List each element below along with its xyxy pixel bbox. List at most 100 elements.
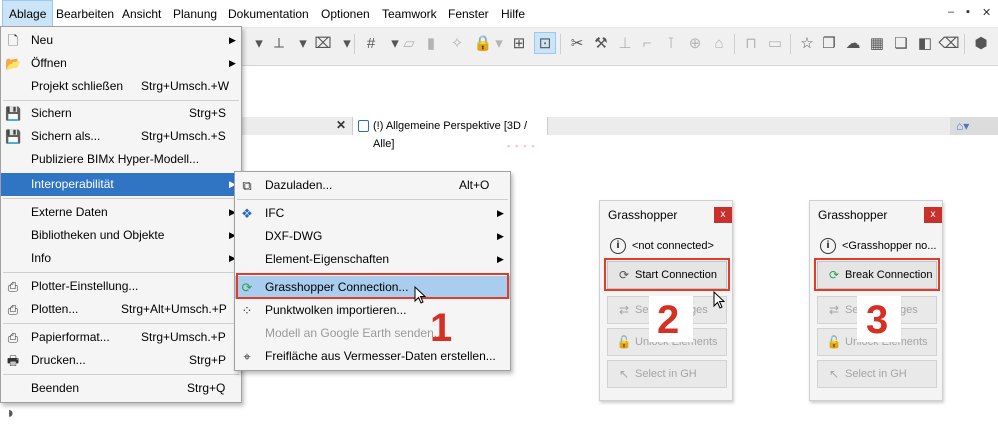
merge-icon: ⧉ [242,178,252,193]
menu-item-sichern[interactable]: 💾 Sichern Strg+S [1,102,241,125]
save-icon: 💾 [5,106,22,121]
menu-item-neu[interactable]: 🗋 Neu ▶ [1,29,241,52]
tab-3d-view[interactable]: (!) Allgemeine Perspektive [3D / Alle] [352,117,548,150]
new-file-icon: 🗋 [7,33,19,48]
menu-planung[interactable]: Planung [167,0,223,28]
menu-item-element-eigenschaften[interactable]: Element-Eigenschaften ▶ [235,248,510,271]
view-navigation-icon[interactable]: ⌂▾ [950,117,998,135]
unlock-icon: 🔓 [826,335,842,349]
menu-separator [237,199,508,200]
dimension-tool-icon[interactable]: ⟂ [268,32,290,54]
elevation-tool-icon[interactable]: ⌧ [312,32,334,54]
dimension-value-icon[interactable]: ⊞ [508,32,530,54]
info-icon: i [820,238,836,254]
menu-optionen[interactable]: Optionen [315,0,376,28]
fillet-icon[interactable]: ⌐ [636,32,658,54]
magic-wand-icon[interactable]: ✧ [446,32,468,54]
menu-separator [3,198,239,199]
menu-item-oeffnen[interactable]: 📂 Öffnen ▶ [1,52,241,75]
column-icon[interactable]: ⊓ [740,32,762,54]
panel-close-button[interactable]: x [714,207,732,223]
favorites-icon[interactable]: ☆ [796,32,818,54]
annotation-box-step-1 [236,273,509,299]
menu-separator [3,272,239,273]
menu-separator [3,374,239,375]
menu-separator [3,323,239,324]
save-as-icon: 💾 [5,129,22,144]
adjust-icon[interactable]: ⚒ [590,32,612,54]
view-marker: - - - - [507,141,536,152]
survey-icon: ⌖ [243,349,251,364]
tab-close-icon[interactable]: ✕ [336,118,346,132]
menu-item-interoperabilitaet[interactable]: Interoperabilität ▶ [1,173,241,196]
panel-title: Grasshopper [818,208,888,222]
cloud-icon[interactable]: ☁ [842,32,864,54]
menu-item-punktwolken[interactable]: ⁘ Punktwolken importieren... [235,299,510,322]
step-label-2: 2 [657,298,680,342]
select-in-gh-button[interactable]: ↖ Select in GH [607,360,727,388]
annotation-box-step-3 [814,258,940,291]
house-icon[interactable]: ⌂ [708,32,730,54]
ifc-icon: ❖ [241,206,253,221]
menu-bearbeiten[interactable]: Bearbeiten [50,0,120,28]
select-in-gh-button[interactable]: ↖ Select in GH [817,360,937,388]
menu-item-info[interactable]: Info ▶ [1,247,241,270]
grid-icon[interactable]: # [360,32,382,54]
chart-icon[interactable]: ▦ [866,32,888,54]
layers-icon[interactable]: ❐ [818,32,840,54]
submenu-arrow-icon: ▶ [229,35,236,45]
toolbar-separator [790,34,791,54]
menu-ansicht[interactable]: Ansicht [116,0,167,28]
submenu-arrow-icon: ▶ [497,254,504,264]
point-cloud-icon: ⁘ [241,303,253,318]
add-icon[interactable]: ⊕ [684,32,706,54]
menu-item-freiflaeche[interactable]: ⌖ Freifläche aus Vermesser-Daten erstell… [235,345,510,368]
menu-item-drucken[interactable]: 🖶 Drucken... Strg+P [1,349,241,372]
dropdown-arrow-icon[interactable]: ▾ [488,32,510,54]
menu-item-dxf-dwg[interactable]: DXF-DWG ▶ [235,225,510,248]
menu-item-dazuladen[interactable]: ⧉ Dazuladen... Alt+O [235,174,510,197]
submenu-arrow-icon: ▶ [497,208,504,218]
toolbox-icon[interactable]: ◗ [6,405,28,427]
menu-item-externe-daten[interactable]: Externe Daten ▶ [1,201,241,224]
panel-close-button[interactable]: x [924,207,942,223]
elevate-icon[interactable]: ⊥ [614,32,636,54]
3d-window-icon [358,120,369,132]
menu-item-ifc[interactable]: ❖ IFC ▶ [235,202,510,225]
mouse-cursor-icon [414,286,427,304]
menu-fenster[interactable]: Fenster [442,0,495,28]
page-setup-icon: ⎙ [7,330,19,345]
book-icon[interactable]: ❏ [890,32,912,54]
select-marquee-icon[interactable]: ⊡ [534,32,556,54]
minimize-icon[interactable]: ‒ [948,6,954,18]
ablage-menu: 🗋 Neu ▶ 📂 Öffnen ▶ Projekt schließen Str… [0,26,242,403]
menu-item-bibliotheken[interactable]: Bibliotheken und Objekte ▶ [1,224,241,247]
interoperabilitaet-submenu: ⧉ Dazuladen... Alt+O ❖ IFC ▶ DXF-DWG ▶ E… [234,171,511,371]
menu-hilfe[interactable]: Hilfe [495,0,531,28]
close-icon[interactable]: ✕ [982,6,991,19]
menu-item-publiziere-bimx[interactable]: Publiziere BIMx Hyper-Modell... [1,148,241,171]
offset-icon[interactable]: ⊺ [660,32,682,54]
menu-separator [3,100,239,101]
dropdown-arrow-icon[interactable]: ▾ [248,32,270,54]
tag-icon[interactable]: ⌫ [938,32,960,54]
plotter-setup-icon: ⎙ [7,279,19,294]
menu-item-projekt-schliessen[interactable]: Projekt schließen Strg+Umsch.+W [1,75,241,98]
menu-item-plotter-einstellung[interactable]: ⎙ Plotter-Einstellung... [1,275,241,298]
split-icon[interactable]: ✂ [566,32,588,54]
slab-icon[interactable]: ▱ [398,32,420,54]
menu-dokumentation[interactable]: Dokumentation [222,0,315,28]
box-3d-icon[interactable]: ⬢ [970,32,992,54]
dropdown-arrow-icon[interactable]: ▾ [292,32,314,54]
menu-item-beenden[interactable]: Beenden Strg+Q [1,377,241,400]
unlock-icon: 🔓 [616,335,632,349]
wall-icon[interactable]: ▮ [420,32,442,54]
menu-ablage[interactable]: Ablage [2,0,54,28]
graphic-override-icon[interactable]: ◧ [914,32,936,54]
menu-teamwork[interactable]: Teamwork [376,0,443,28]
menu-item-sichern-als[interactable]: 💾 Sichern als... Strg+Umsch.+S [1,125,241,148]
beam-icon[interactable]: ▭ [764,32,786,54]
menu-item-papierformat[interactable]: ⎙ Papierformat... Strg+Umsch.+P [1,326,241,349]
restore-icon[interactable]: ▪ [966,6,970,18]
menu-item-plotten[interactable]: ⎙ Plotten... Strg+Alt+Umsch.+P [1,298,241,321]
